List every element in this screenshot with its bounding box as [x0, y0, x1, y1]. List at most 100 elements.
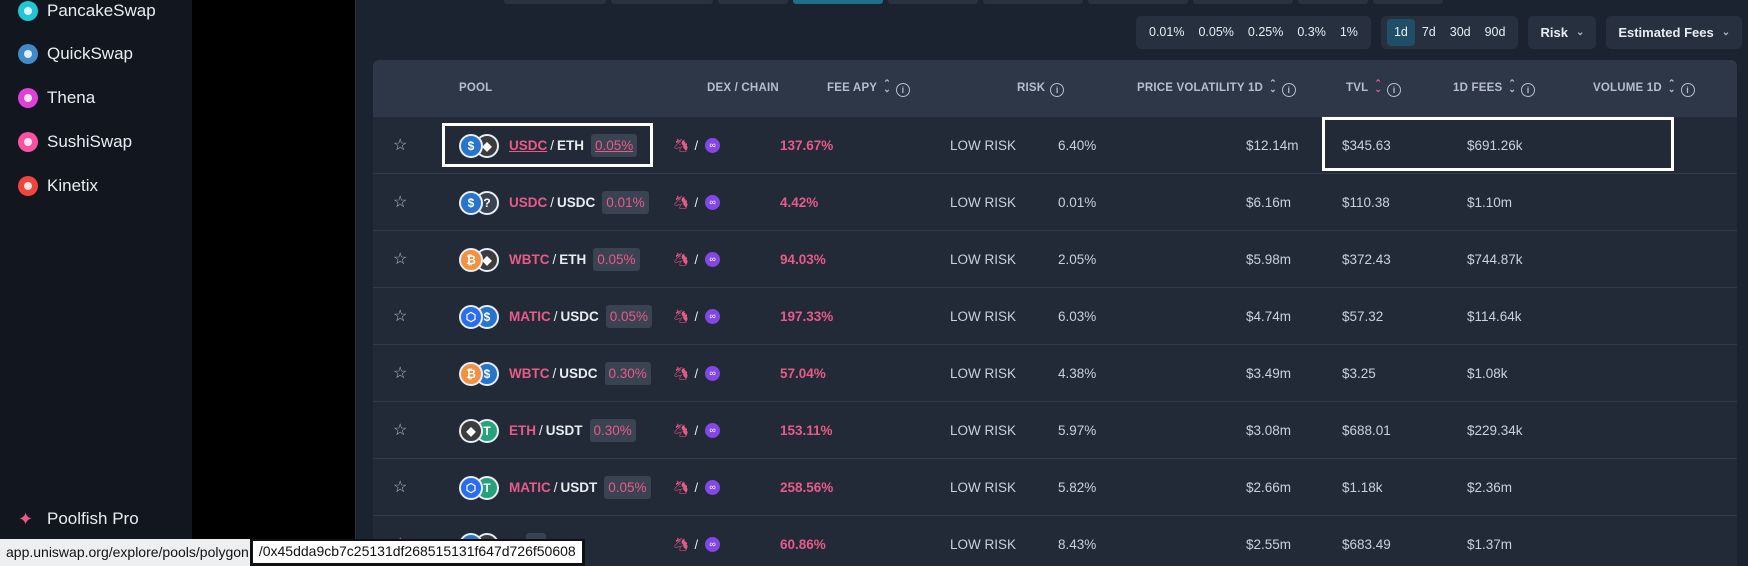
pool-cell[interactable]: ? $ USDC / USDC 0.01% — [459, 174, 649, 231]
polygon-icon: ∞ — [705, 537, 721, 552]
timeframe-filter: 1d 7d 30d 90d — [1380, 16, 1519, 49]
header-label: VOLUME 1D — [1593, 82, 1662, 94]
fee-tier-option[interactable]: 0.05% — [1191, 16, 1240, 49]
pool-quote-token[interactable]: ETH — [559, 231, 586, 288]
top-tab[interactable] — [504, 0, 606, 4]
risk-dropdown[interactable]: Risk ⌄ — [1528, 16, 1597, 49]
token-pair-icons: ◆ ₿ — [459, 247, 501, 272]
top-tab[interactable] — [718, 0, 788, 4]
token-pair-icons: $ ⬡ — [459, 304, 501, 329]
fee-tier-option[interactable]: 0.01% — [1142, 16, 1191, 49]
header-volatility[interactable]: PRICE VOLATILITY 1D ⌃ ⌄ i — [1137, 60, 1296, 116]
pool-cell[interactable]: $ ₿ WBTC / USDC 0.30% — [459, 345, 651, 402]
timeframe-option[interactable]: 7d — [1415, 16, 1443, 49]
fee-tier-option[interactable]: 1% — [1333, 16, 1365, 49]
info-icon[interactable]: i — [1680, 83, 1695, 97]
sort-active-icon[interactable]: ⌃ ⌄ — [1374, 79, 1382, 94]
sort-icon[interactable]: ⌃ ⌄ — [883, 79, 891, 94]
table-row[interactable]: ☆ $ ⬡ MATIC / USDC 0.05% 🦄︎ / ∞ 197.33% LOW RISK 6.0… — [373, 287, 1737, 345]
pool-base-token[interactable]: USDC — [509, 174, 547, 231]
sort-icon[interactable]: ⌃ ⌄ — [1668, 79, 1676, 94]
header-tvl[interactable]: TVL ⌃ ⌄ i — [1346, 60, 1402, 116]
top-tab[interactable] — [1298, 0, 1368, 4]
favorite-star-icon[interactable]: ☆ — [393, 231, 407, 288]
sidebar-item-thena[interactable]: Thena — [18, 83, 95, 113]
pool-quote-token[interactable]: USDC — [561, 288, 599, 345]
pool-separator: / — [539, 423, 543, 438]
timeframe-option[interactable]: 30d — [1443, 16, 1478, 49]
table-row[interactable]: ☆ ◆ ₿ WBTC / ETH 0.05% 🦄︎ / ∞ 94.03% LOW RISK 2.05% $… — [373, 230, 1737, 288]
fee-tier-option[interactable]: 0.25% — [1241, 16, 1290, 49]
top-tab[interactable] — [983, 0, 1083, 4]
pool-cell[interactable]: T ⬡ MATIC / USDT 0.05% — [459, 459, 651, 516]
volatility-value: 5.97% — [1058, 423, 1097, 438]
fee-tier-option[interactable]: 0.3% — [1290, 16, 1333, 49]
pool-quote-token[interactable]: USDT — [561, 459, 598, 516]
header-fee-apy[interactable]: FEE APY ⌃ ⌄ i — [827, 60, 910, 116]
pool-quote-token[interactable]: USDC — [559, 345, 597, 402]
pool-quote-token[interactable]: USDT — [546, 402, 583, 459]
poolfish-pro-link[interactable]: ✦ Poolfish Pro — [18, 509, 139, 529]
table-row[interactable]: ☆? $ USDC / USDC 0.01% 🦄︎ / ∞ 4.42% LOW RISK 0.01% $… — [373, 173, 1737, 231]
table-row[interactable]: ☆ $ ₿ WBTC / USDC 0.30% 🦄︎ / ∞ 57.04% LOW RISK 4.38%… — [373, 344, 1737, 402]
header-1d-fees[interactable]: 1D FEES ⌃ ⌄ i — [1453, 60, 1536, 116]
token-pair-icons: T ⬡ — [459, 475, 501, 500]
volatility-value: 0.01% — [1058, 195, 1097, 210]
info-icon[interactable]: i — [895, 83, 910, 97]
volume-value: $744.87k — [1467, 252, 1523, 267]
pool-cell[interactable]: ◆ ₿ WBTC / ETH 0.05% — [459, 231, 640, 288]
header-volume[interactable]: VOLUME 1D ⌃ ⌄ i — [1593, 60, 1695, 116]
favorite-star-icon[interactable]: ☆ — [393, 288, 407, 345]
sort-icon[interactable]: ⌃ ⌄ — [1508, 79, 1516, 94]
volatility-value: 5.82% — [1058, 480, 1097, 495]
info-icon[interactable]: i — [1387, 83, 1402, 97]
risk-value: LOW RISK — [950, 309, 1017, 324]
pool-base-token[interactable]: WBTC — [509, 231, 550, 288]
fees-value: $3.25 — [1342, 366, 1376, 381]
pool-cell[interactable]: $ ⬡ MATIC / USDC 0.05% — [459, 288, 653, 345]
fee-tier-badge: 0.01% — [602, 191, 649, 214]
table-row[interactable]: ☆ T ◆ ETH / USDT 0.30% 🦄︎ / ∞ 153.11% LOW RISK 5.97%… — [373, 401, 1737, 459]
top-tab-active[interactable] — [793, 0, 883, 4]
pool-cell[interactable]: T ◆ ETH / USDT 0.30% — [459, 402, 636, 459]
sidebar-item-quickswap[interactable]: QuickSwap — [18, 39, 133, 69]
timeframe-option-active[interactable]: 1d — [1386, 19, 1415, 46]
favorite-star-icon[interactable]: ☆ — [393, 174, 407, 231]
info-icon[interactable]: i — [1281, 83, 1296, 97]
sidebar-item-sushiswap[interactable]: SushiSwap — [18, 127, 132, 157]
favorite-star-icon[interactable]: ☆ — [393, 117, 407, 174]
fee-apy-value: 258.56% — [780, 480, 834, 495]
top-tab[interactable] — [1088, 0, 1188, 4]
browser-status-bar: app.uniswap.org/explore/pools/polygon /0… — [0, 539, 585, 566]
table-row[interactable]: ☆ T ⬡ MATIC / USDT 0.05% 🦄︎ / ∞ 258.56% LOW RISK 5.8… — [373, 458, 1737, 516]
fees-value: $683.49 — [1342, 537, 1391, 552]
timeframe-option[interactable]: 90d — [1478, 16, 1513, 49]
top-tab[interactable] — [1373, 0, 1443, 4]
token-pair-icons: T ◆ — [459, 418, 501, 443]
favorite-star-icon[interactable]: ☆ — [393, 345, 407, 402]
sidebar: PancakeSwap QuickSwap Thena SushiSwap Ki… — [0, 0, 192, 566]
pool-quote-token[interactable]: USDC — [557, 174, 595, 231]
info-icon[interactable]: i — [1050, 83, 1065, 97]
pool-base-token[interactable]: WBTC — [509, 345, 550, 402]
favorite-star-icon[interactable]: ☆ — [393, 459, 407, 516]
sidebar-item-pancakeswap[interactable]: PancakeSwap — [18, 0, 156, 26]
pool-base-token[interactable]: MATIC — [509, 288, 551, 345]
fee-tier-badge: 0.30% — [604, 362, 651, 385]
estimated-fees-dropdown[interactable]: Estimated Fees ⌄ — [1606, 16, 1743, 49]
top-tab[interactable] — [888, 0, 978, 4]
info-icon[interactable]: i — [1521, 83, 1536, 97]
pool-base-token[interactable]: ETH — [509, 402, 536, 459]
top-tab[interactable] — [1193, 0, 1293, 4]
favorite-star-icon[interactable]: ☆ — [393, 402, 407, 459]
pool-base-token[interactable]: MATIC — [509, 459, 551, 516]
header-label: FEE APY — [827, 82, 878, 94]
dex-chain-separator: / — [694, 366, 699, 381]
sidebar-item-kinetix[interactable]: Kinetix — [18, 171, 98, 201]
pool-separator: / — [552, 366, 557, 381]
dex-chain-cell: 🦄︎ / ∞ — [673, 345, 721, 402]
uniswap-icon: 🦄︎ — [673, 252, 690, 267]
tvl-value: $5.98m — [1246, 252, 1292, 267]
sort-icon[interactable]: ⌃ ⌄ — [1269, 79, 1277, 94]
top-tab[interactable] — [611, 0, 713, 4]
